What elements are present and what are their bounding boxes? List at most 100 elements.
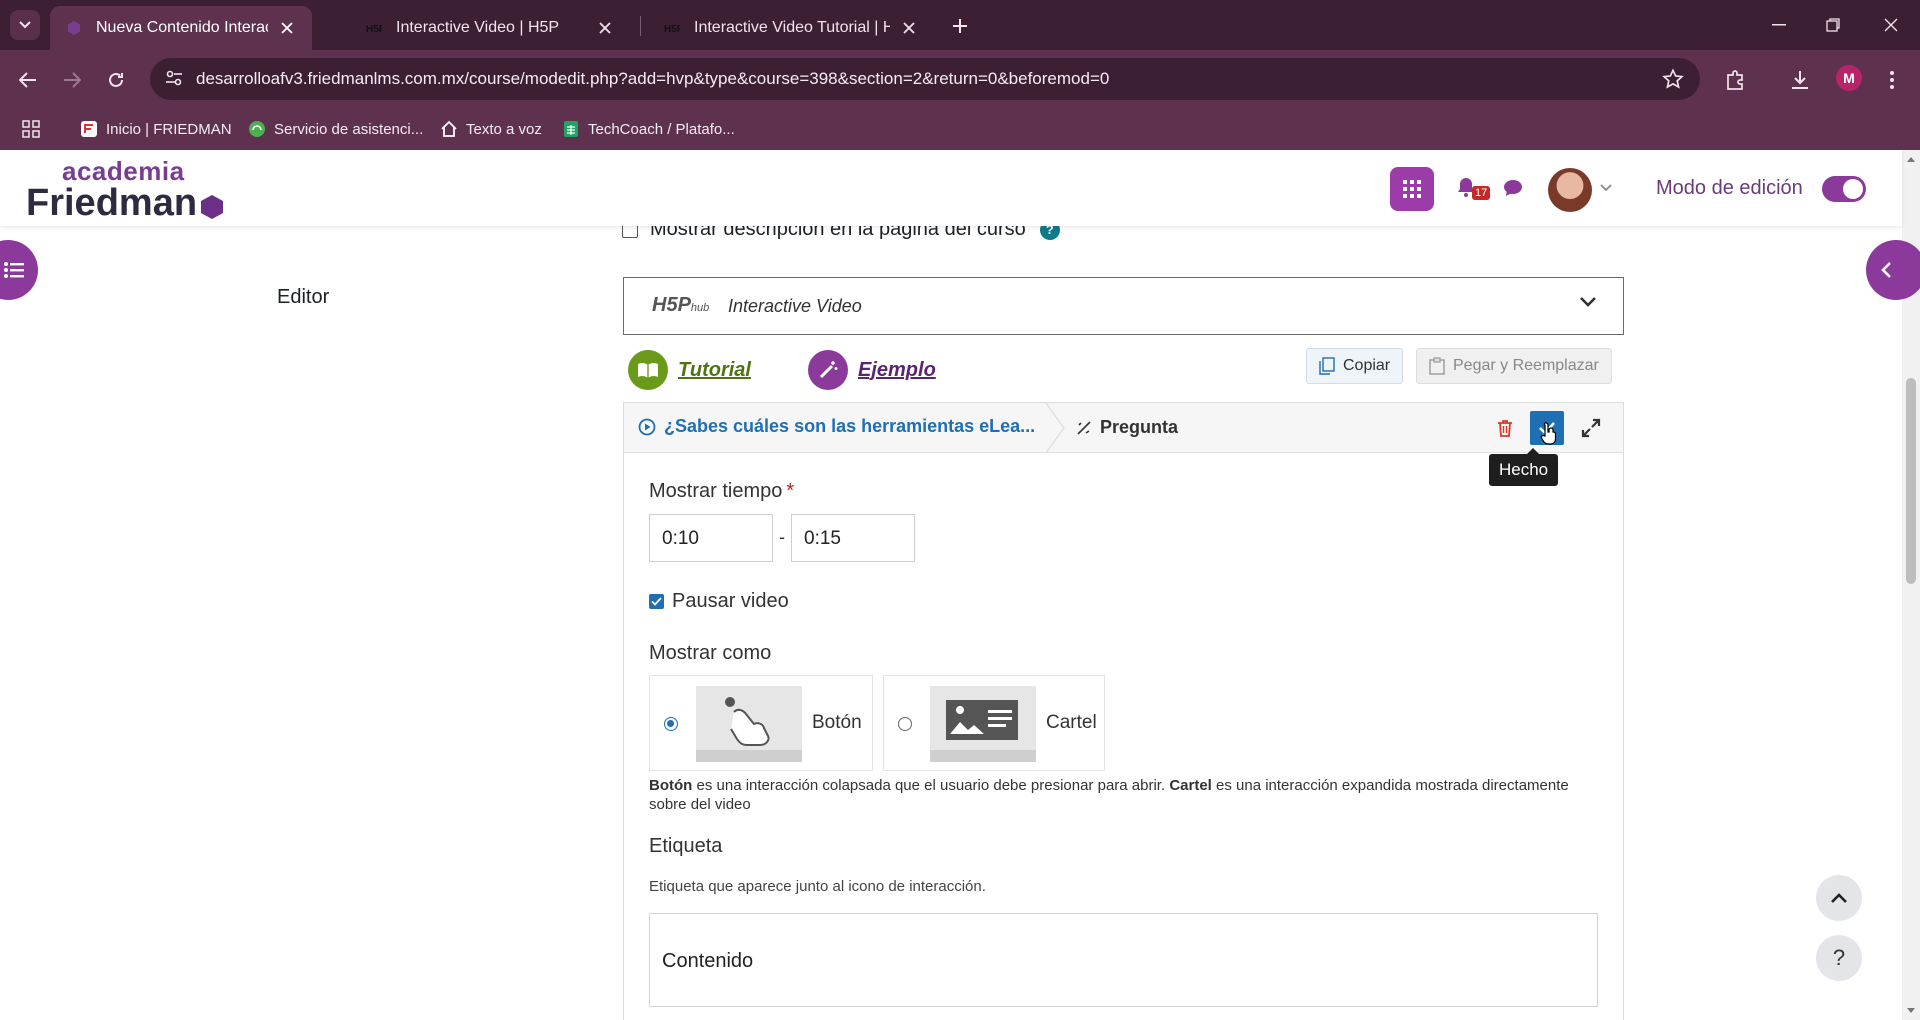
restore-button[interactable] bbox=[1804, 0, 1862, 50]
download-icon bbox=[1792, 71, 1808, 89]
address-bar[interactable]: desarrolloafv3.friedmanlms.com.mx/course… bbox=[150, 58, 1700, 100]
bookmark-item[interactable]: Texto a voz bbox=[440, 118, 542, 140]
browser-toolbar: desarrolloafv3.friedmanlms.com.mx/course… bbox=[0, 50, 1920, 108]
chat-bubble-icon[interactable] bbox=[1502, 178, 1524, 198]
extensions-button[interactable] bbox=[1720, 64, 1752, 96]
scroll-down-arrow-icon[interactable] bbox=[1906, 1006, 1916, 1016]
bookmark-label: TechCoach / Platafo... bbox=[588, 120, 735, 138]
close-icon[interactable] bbox=[900, 19, 918, 37]
pause-video-checkbox[interactable] bbox=[649, 594, 664, 609]
tab-title: Interactive Video | H5P bbox=[396, 19, 560, 36]
reload-icon bbox=[109, 72, 123, 87]
checkmark-icon bbox=[651, 597, 662, 606]
label-field-title: Etiqueta bbox=[649, 835, 723, 857]
grid-icon bbox=[1403, 180, 1421, 198]
option-poster-radio[interactable] bbox=[898, 717, 912, 731]
site-info-icon[interactable] bbox=[164, 68, 184, 88]
help-button[interactable]: ? bbox=[1816, 935, 1862, 981]
play-circle-icon bbox=[638, 418, 656, 435]
breadcrumb-current: Pregunta bbox=[1076, 417, 1178, 438]
option-button-card[interactable]: Botón bbox=[649, 675, 873, 771]
example-link[interactable]: Ejemplo bbox=[808, 350, 936, 390]
done-tooltip: Hecho bbox=[1489, 448, 1559, 486]
bookmark-star-icon[interactable] bbox=[1662, 68, 1684, 90]
logo-friedman-wrap: Friedman bbox=[26, 184, 225, 222]
paste-replace-button[interactable]: Pegar y Reemplazar bbox=[1416, 348, 1612, 384]
downloads-button[interactable] bbox=[1784, 64, 1816, 96]
option-button-label: Botón bbox=[812, 712, 862, 733]
home-icon bbox=[441, 120, 457, 137]
close-window-button[interactable] bbox=[1862, 0, 1920, 50]
h5p-logo-text: H5P bbox=[652, 294, 691, 316]
scrollbar-thumb[interactable] bbox=[1906, 378, 1916, 584]
breadcrumb-video-link[interactable]: ¿Sabes cuáles son las herramientas eLea.… bbox=[638, 416, 1035, 437]
browser-menu-button[interactable] bbox=[1876, 64, 1908, 96]
label-text-editor[interactable]: Contenido bbox=[649, 913, 1598, 1007]
toggle-knob bbox=[1843, 179, 1863, 199]
bookmark-label: Servicio de asistenci... bbox=[274, 120, 424, 138]
chevron-up-icon bbox=[1831, 893, 1847, 903]
apps-menu-button[interactable] bbox=[1390, 167, 1434, 211]
minimize-button[interactable] bbox=[1750, 0, 1808, 50]
minimize-icon bbox=[1772, 24, 1786, 26]
h5p-favicon-icon: H5P bbox=[664, 24, 680, 35]
page-viewport: academia Friedman 17 Modo de edición Mos… bbox=[0, 150, 1920, 1020]
svg-text:H5P: H5P bbox=[366, 24, 382, 35]
tutorial-link[interactable]: Tutorial bbox=[628, 350, 751, 390]
label-field-description: Etiqueta que aparece junto al icono de i… bbox=[649, 878, 986, 895]
h5p-hub-selector[interactable]: H5Phub Interactive Video bbox=[623, 277, 1624, 335]
bookmark-item[interactable]: TechCoach / Platafo... bbox=[562, 118, 735, 140]
preview-bar bbox=[930, 750, 1036, 762]
arrow-left-icon bbox=[19, 72, 36, 88]
breadcrumb-current-label: Pregunta bbox=[1100, 417, 1179, 437]
h5p-hub-logo: H5Phub bbox=[652, 294, 709, 317]
time-to-input[interactable]: 0:15 bbox=[791, 514, 915, 562]
back-button[interactable] bbox=[12, 64, 44, 96]
option-button-radio[interactable] bbox=[664, 717, 678, 731]
editor-label: Editor bbox=[277, 286, 330, 308]
bookmark-item[interactable]: Inicio | FRIEDMAN bbox=[80, 118, 232, 140]
profile-avatar[interactable]: M bbox=[1836, 65, 1862, 91]
course-index-drawer-button[interactable] bbox=[0, 240, 38, 300]
fullscreen-button[interactable] bbox=[1576, 413, 1606, 443]
forward-button[interactable] bbox=[56, 64, 88, 96]
help-text-1: es una interacción colapsada que el usua… bbox=[692, 777, 1170, 794]
h5p-favicon-icon: H5P bbox=[366, 24, 382, 35]
required-mark: * bbox=[786, 480, 795, 502]
paste-label: Pegar y Reemplazar bbox=[1453, 357, 1599, 374]
new-tab-button[interactable] bbox=[946, 12, 974, 40]
chevron-down-icon[interactable] bbox=[1600, 184, 1612, 192]
clipboard-icon bbox=[1429, 357, 1445, 375]
copy-button[interactable]: Copiar bbox=[1306, 348, 1404, 384]
tab-nueva-contenido[interactable]: Nueva Contenido Interactivo | F bbox=[50, 6, 312, 50]
arrow-right-icon bbox=[64, 72, 81, 88]
user-avatar[interactable] bbox=[1548, 168, 1592, 212]
edit-mode-label: Modo de edición bbox=[1656, 177, 1803, 199]
bookmark-item[interactable]: Servicio de asistenci... bbox=[248, 118, 423, 140]
puzzle-icon bbox=[1727, 70, 1743, 90]
back-to-top-button[interactable] bbox=[1816, 875, 1862, 921]
edit-mode-toggle[interactable] bbox=[1822, 176, 1866, 202]
apps-shortcut[interactable] bbox=[22, 118, 48, 140]
option-poster-card[interactable]: Cartel bbox=[883, 675, 1105, 771]
chevron-down-icon[interactable] bbox=[1579, 296, 1597, 308]
scroll-up-arrow-icon[interactable] bbox=[1906, 154, 1916, 164]
block-drawer-button[interactable] bbox=[1866, 240, 1920, 300]
reload-button[interactable] bbox=[100, 64, 132, 96]
site-logo[interactable]: academia Friedman bbox=[26, 158, 225, 222]
breadcrumb-separator bbox=[1045, 403, 1065, 453]
expand-icon bbox=[1581, 418, 1601, 438]
tab-title: Nueva Contenido Interactivo | F bbox=[96, 19, 268, 36]
close-icon[interactable] bbox=[596, 19, 614, 37]
time-from-input[interactable]: 0:10 bbox=[649, 514, 773, 562]
friedman-favicon-icon bbox=[68, 21, 80, 35]
help-bold-poster: Cartel bbox=[1169, 777, 1212, 794]
tab-interactive-video-tutorial[interactable]: H5P Interactive Video Tutorial | H5P bbox=[648, 6, 934, 50]
trash-icon bbox=[1498, 420, 1512, 437]
close-icon[interactable] bbox=[278, 19, 296, 37]
tab-search-button[interactable] bbox=[10, 10, 40, 40]
tab-title: Interactive Video Tutorial | H5P bbox=[694, 19, 890, 36]
hand-tap-icon bbox=[725, 697, 770, 746]
tab-interactive-video[interactable]: H5P Interactive Video | H5P bbox=[350, 6, 630, 50]
delete-interaction-button[interactable] bbox=[1492, 415, 1518, 441]
